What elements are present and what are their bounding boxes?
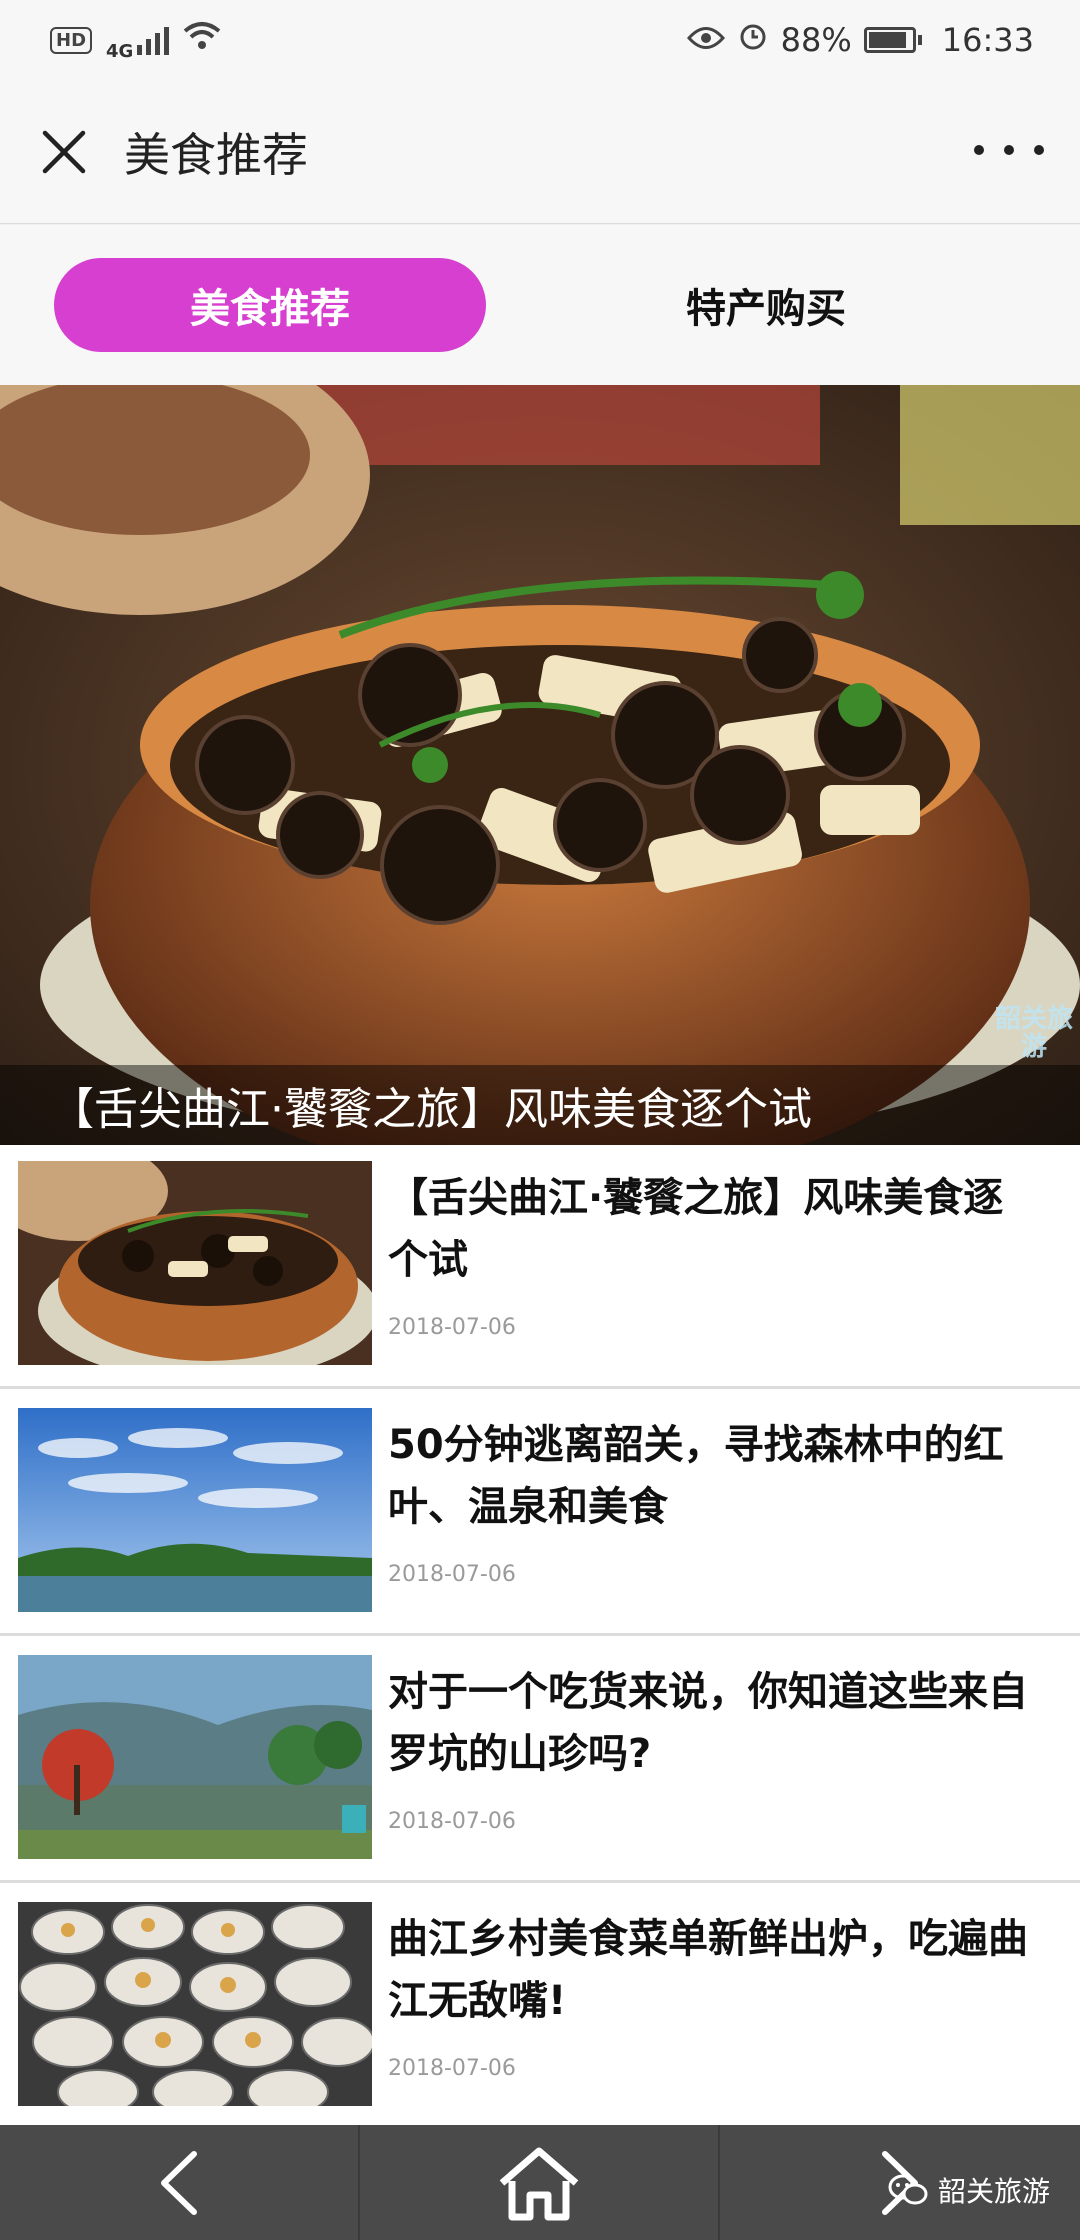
network-type: 4G <box>106 40 134 62</box>
battery-icon <box>863 27 922 53</box>
dot-icon <box>1034 145 1044 155</box>
article-title: 50分钟逃离韶关，寻找森林中的红叶、温泉和美食 <box>388 1422 1004 1530</box>
bottom-nav-bar: 韶关旅游 <box>0 2125 1080 2240</box>
clock: 16:33 <box>941 21 1034 59</box>
article-date: 2018-07-06 <box>388 1315 516 1340</box>
account-watermark: 韶关旅游 <box>888 2170 1050 2210</box>
account-name: 韶关旅游 <box>937 2175 1050 2208</box>
eye-icon <box>686 21 725 59</box>
article-title: 【舌尖曲江·饕餮之旅】风味美食逐个试 <box>388 1175 1004 1283</box>
signal-icon <box>137 25 170 55</box>
article-date: 2018-07-06 <box>388 2056 516 2081</box>
more-options-button[interactable] <box>974 130 1044 170</box>
title-bar: 美食推荐 <box>0 80 1080 224</box>
dot-icon <box>974 145 984 155</box>
hero-image <box>0 385 1080 1145</box>
article-date: 2018-07-06 <box>388 1562 516 1587</box>
hero-watermark: 韶关旅游 <box>994 1004 1073 1062</box>
tab-bar: 美食推荐 特产购买 <box>0 225 1080 385</box>
status-right: 88% 16:33 <box>686 20 1034 60</box>
article-thumbnail <box>18 1655 372 1859</box>
status-left: HD 4G <box>50 19 221 62</box>
chevron-left-icon <box>161 2150 197 2215</box>
home-icon <box>499 2147 579 2220</box>
dot-icon <box>1004 145 1014 155</box>
hero-banner[interactable]: 【舌尖曲江·饕餮之旅】风味美食逐个试 韶关旅游 <box>0 385 1080 1145</box>
battery-percent: 88% <box>780 21 852 59</box>
hd-badge: HD <box>50 26 93 54</box>
close-icon <box>42 130 86 173</box>
list-item[interactable]: 对于一个吃货来说，你知道这些来自罗坑的山珍吗? 2018-07-06 <box>0 1639 1080 1883</box>
article-date: 2018-07-06 <box>388 1809 516 1834</box>
hero-caption: 【舌尖曲江·饕餮之旅】风味美食逐个试 <box>0 1065 1080 1145</box>
wifi-icon <box>183 21 221 59</box>
home-button[interactable] <box>360 2125 720 2240</box>
list-item[interactable]: 50分钟逃离韶关，寻找森林中的红叶、温泉和美食 2018-07-06 <box>0 1392 1080 1636</box>
tab-specialty-buy[interactable]: 特产购买 <box>550 258 982 352</box>
alarm-icon <box>737 20 769 60</box>
article-title: 对于一个吃货来说，你知道这些来自罗坑的山珍吗? <box>388 1669 1028 1777</box>
article-title: 曲江乡村美食菜单新鲜出炉，吃遍曲江无敌嘴! <box>388 1916 1028 2024</box>
back-button[interactable] <box>0 2125 360 2240</box>
list-item[interactable]: 【舌尖曲江·饕餮之旅】风味美食逐个试 2018-07-06 <box>0 1145 1080 1389</box>
wechat-icon <box>888 2174 928 2205</box>
tab-food-recommend[interactable]: 美食推荐 <box>54 258 486 352</box>
status-bar: HD 4G 88% 16:33 <box>0 0 1080 80</box>
article-thumbnail <box>18 1902 372 2106</box>
article-list: 【舌尖曲江·饕餮之旅】风味美食逐个试 2018-07-06 50分钟逃离韶关，寻… <box>0 1145 1080 2130</box>
article-thumbnail <box>18 1408 372 1612</box>
close-button[interactable] <box>34 122 94 182</box>
article-thumbnail <box>18 1161 372 1365</box>
page-title: 美食推荐 <box>124 127 308 182</box>
list-item[interactable]: 曲江乡村美食菜单新鲜出炉，吃遍曲江无敌嘴! 2018-07-06 <box>0 1886 1080 2130</box>
